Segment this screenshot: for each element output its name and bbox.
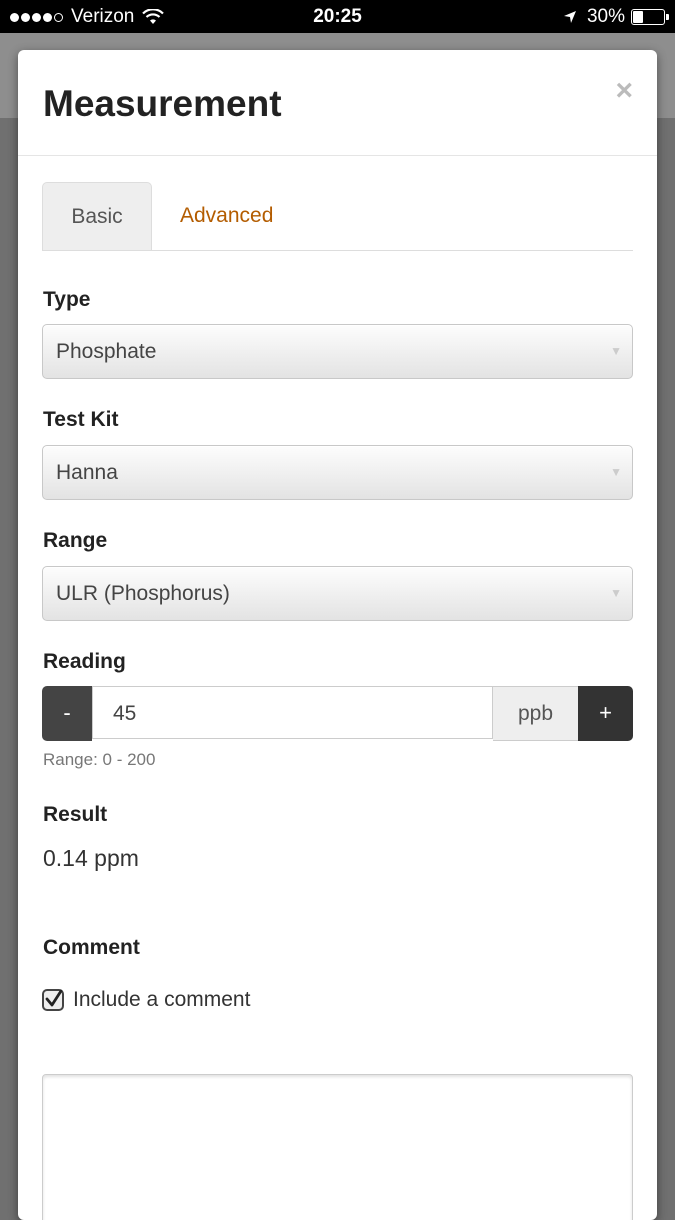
reading-input[interactable]: 45 [92,686,493,739]
battery-icon [631,9,669,25]
result-value: 0.14 ppm [43,845,139,871]
result-label: Result [43,803,108,826]
close-icon[interactable]: × [615,76,633,106]
status-right: 30% [563,6,669,28]
include-comment-row[interactable]: Include a comment [42,988,250,1012]
include-comment-checkbox[interactable] [42,989,64,1011]
test-kit-label: Test Kit [43,408,119,431]
increment-button[interactable]: + [578,686,633,741]
type-select-value: Phosphate [56,340,157,363]
dropdown-arrow-icon: ▼ [610,465,622,479]
decrement-button[interactable]: - [42,686,92,741]
range-select-value: ULR (Phosphorus) [56,582,230,605]
range-hint: Range: 0 - 200 [43,750,156,769]
test-kit-select-value: Hanna [56,461,118,484]
tab-advanced[interactable]: Advanced [180,182,273,249]
comment-textarea[interactable] [42,1074,633,1220]
measurement-modal: Measurement × Basic Advanced Type Phosph… [18,50,657,1220]
battery-percent: 30% [586,6,625,27]
tab-basic[interactable]: Basic [42,182,152,250]
include-comment-label: Include a comment [73,988,251,1011]
reading-label: Reading [43,650,126,673]
type-select[interactable]: Phosphate ▼ [42,324,633,379]
tab-bar: Basic Advanced [42,182,633,251]
comment-label: Comment [43,936,140,959]
unit-label: ppb [493,686,579,741]
modal-header: Measurement × [18,50,657,156]
location-icon [563,11,576,23]
dropdown-arrow-icon: ▼ [610,344,622,358]
test-kit-select[interactable]: Hanna ▼ [42,445,633,500]
checkmark-icon [45,989,63,1007]
type-label: Type [43,288,91,311]
range-label: Range [43,529,108,552]
range-select[interactable]: ULR (Phosphorus) ▼ [42,566,633,621]
status-bar: Verizon 20:25 30% [0,0,675,33]
modal-title: Measurement [43,83,282,124]
dropdown-arrow-icon: ▼ [610,586,622,600]
reading-stepper: - 45 ppb + [42,686,633,741]
